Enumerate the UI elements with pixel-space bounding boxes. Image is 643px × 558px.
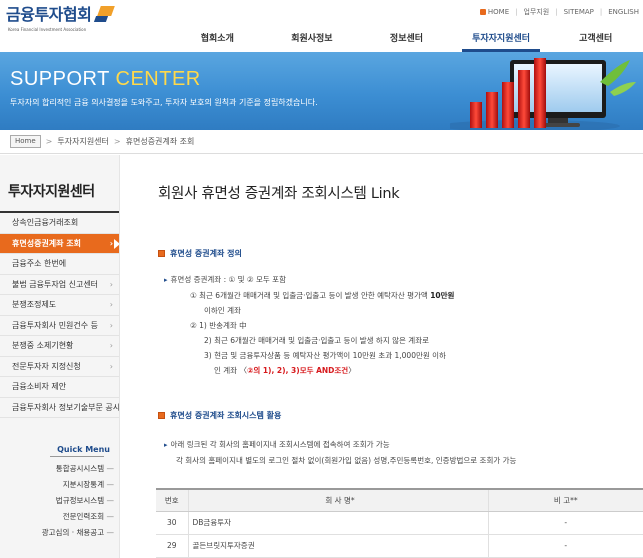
main-content: 회원사 휴면성 증권계좌 조회시스템 Link 휴면성 증권계좌 정의 ▸ 휴면성… bbox=[128, 155, 643, 558]
quick-item-stats[interactable]: 지분시장통계 bbox=[0, 477, 114, 493]
sidebar-item-illegal-report[interactable]: 불법 금융투자업 신고센터 › bbox=[0, 274, 119, 295]
util-english-link[interactable]: ENGLISH bbox=[608, 8, 639, 16]
site-header: 금융투자협회 Korea Financial Investment Associ… bbox=[0, 0, 643, 52]
util-home-link[interactable]: HOME bbox=[479, 8, 509, 16]
sidebar: 투자자지원센터 상속인금융거래조회 휴면성증권계좌 조회 › 금융주소 한번에 불… bbox=[0, 155, 120, 558]
usage-text: ▸ 아래 링크된 각 회사의 홈페이지내 조회시스템에 접속하여 조회가 가능 각… bbox=[164, 440, 517, 465]
sidebar-item-dormant-account[interactable]: 휴면성증권계좌 조회 › bbox=[0, 233, 119, 254]
table-row: 29 골든브릿지투자증권 - bbox=[156, 534, 643, 558]
sidebar-item-inheritance[interactable]: 상속인금융거래조회 bbox=[0, 213, 119, 234]
sidebar-item-it-disclosure[interactable]: 금융투자회사 정보기술부문 공시 bbox=[0, 397, 119, 418]
breadcrumb-item[interactable]: 투자자지원센터 bbox=[57, 136, 109, 147]
chevron-right-icon: › bbox=[109, 361, 113, 371]
section-title-definition: 휴면성 증권계좌 정의 bbox=[158, 248, 242, 259]
sidebar-item-dispute[interactable]: 분쟁조정제도 › bbox=[0, 295, 119, 316]
quick-menu-list: 통합공시시스템 지분시장통계 법규정보시스템 전문인력조회 광고심의 · 채용공… bbox=[0, 461, 120, 541]
chevron-right-icon: › bbox=[109, 300, 113, 309]
company-link[interactable]: 골든브릿지투자증권 bbox=[188, 534, 488, 558]
util-sitemap-link[interactable]: SITEMAP bbox=[564, 8, 594, 16]
sidebar-item-complaints[interactable]: 금융투자회사 민원건수 등 › bbox=[0, 315, 119, 336]
triangle-bullet-icon: ▸ bbox=[164, 276, 168, 284]
sidebar-title: 투자자지원센터 bbox=[0, 155, 119, 213]
chevron-right-icon: › bbox=[109, 238, 113, 248]
col-header-number: 번호 bbox=[156, 488, 189, 512]
col-header-note: 비 고** bbox=[487, 488, 643, 512]
sidebar-item-proposal[interactable]: 금융소비자 제안 bbox=[0, 377, 119, 398]
util-support-link[interactable]: 업무지원 bbox=[523, 7, 549, 17]
quick-item-ads-jobs[interactable]: 광고심의 · 채용공고 bbox=[0, 525, 114, 541]
definition-text: ▸ 휴면성 증권계좌 : ① 및 ② 모두 포함 ① 최근 6개월간 매매거래 및… bbox=[164, 275, 455, 375]
nav-info-center[interactable]: 정보센터 bbox=[359, 30, 454, 52]
triangle-bullet-icon: ▸ bbox=[164, 441, 168, 449]
nav-investor-support[interactable]: 투자자지원센터 bbox=[454, 30, 549, 52]
section-title-usage: 휴면성 증권계좌 조회시스템 활용 bbox=[158, 410, 281, 421]
nav-members[interactable]: 회원사정보 bbox=[265, 30, 360, 52]
banner-subtitle: 투자자의 합리적인 금융 의사결정을 도와주고, 투자자 보호의 원칙과 기준을… bbox=[10, 98, 318, 107]
quick-item-professionals[interactable]: 전문인력조회 bbox=[0, 509, 114, 525]
quick-item-law[interactable]: 법규정보시스템 bbox=[0, 493, 114, 509]
table-row: 30 DB금융투자 - bbox=[156, 511, 643, 535]
sidebar-menu: 상속인금융거래조회 휴면성증권계좌 조회 › 금융주소 한번에 불법 금융투자업 … bbox=[0, 213, 119, 418]
utility-links: HOME | 업무지원 | SITEMAP | ENGLISH bbox=[479, 7, 639, 17]
bullet-square-icon bbox=[158, 250, 165, 257]
quick-menu-title: Quick Menu bbox=[0, 445, 120, 461]
nav-about[interactable]: 협회소개 bbox=[170, 30, 265, 52]
bullet-square-icon bbox=[158, 412, 165, 419]
site-logo[interactable]: 금융투자협회 Korea Financial Investment Associ… bbox=[6, 4, 116, 32]
quick-menu: Quick Menu 통합공시시스템 지분시장통계 법규정보시스템 전문인력조회… bbox=[0, 445, 120, 541]
page-title: 회원사 휴면성 증권계좌 조회시스템 Link bbox=[158, 186, 400, 202]
chevron-right-icon: > bbox=[113, 137, 121, 146]
logo-text: 금융투자협회 bbox=[6, 5, 92, 24]
company-link[interactable]: DB금융투자 bbox=[188, 511, 488, 535]
breadcrumb-home[interactable]: Home bbox=[10, 135, 41, 148]
logo-mark-icon bbox=[93, 4, 116, 24]
home-icon bbox=[479, 9, 486, 15]
logo-subtitle: Korea Financial Investment Association bbox=[8, 27, 87, 32]
chevron-right-icon: › bbox=[109, 341, 113, 350]
chevron-right-icon: › bbox=[109, 320, 113, 330]
banner-title: SUPPORT CENTER bbox=[10, 68, 201, 90]
sidebar-item-address[interactable]: 금융주소 한번에 bbox=[0, 254, 119, 275]
breadcrumb: Home > 투자자지원센터 > 휴면성증권계좌 조회 bbox=[0, 130, 643, 154]
col-header-company: 회 사 명* bbox=[188, 488, 488, 512]
chevron-right-icon: > bbox=[45, 137, 53, 146]
main-nav: 협회소개 회원사정보 정보센터 투자자지원센터 고객센터 bbox=[170, 30, 643, 52]
monitor-chart-illustration bbox=[450, 58, 636, 130]
chevron-right-icon: › bbox=[109, 279, 113, 289]
company-table: 번호 회 사 명* 비 고** 30 DB금융투자 - 29 골든브릿지투자증권… bbox=[156, 488, 643, 558]
support-banner: SUPPORT CENTER 투자자의 합리적인 금융 의사결정을 도와주고, … bbox=[0, 52, 643, 130]
quick-item-disclosure[interactable]: 통합공시시스템 bbox=[0, 461, 114, 477]
sidebar-item-pro-investor[interactable]: 전문투자자 지정신청 › bbox=[0, 356, 119, 377]
breadcrumb-current: 휴면성증권계좌 조회 bbox=[125, 137, 195, 146]
sidebar-item-lawsuits[interactable]: 분쟁중 소제기현황 › bbox=[0, 336, 119, 357]
nav-customer-center[interactable]: 고객센터 bbox=[548, 30, 643, 52]
